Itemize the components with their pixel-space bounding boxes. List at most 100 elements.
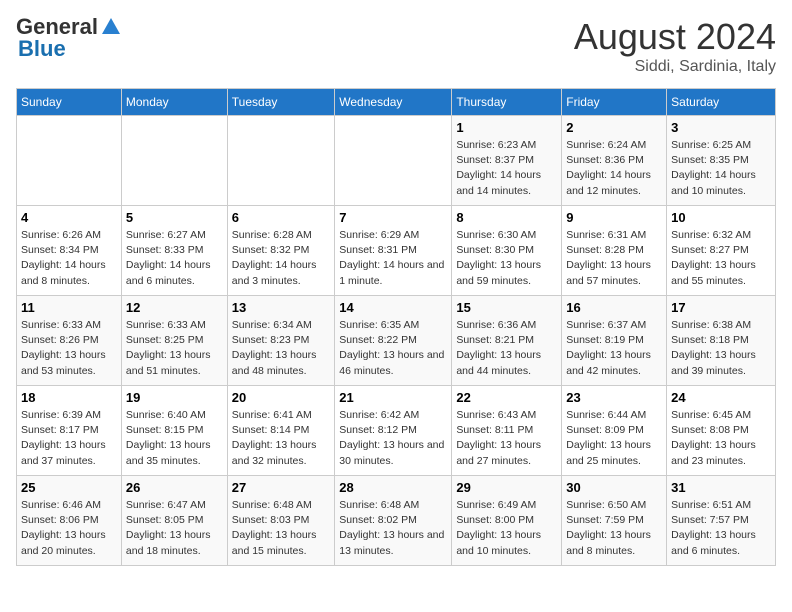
calendar-cell — [17, 116, 122, 206]
col-header-monday: Monday — [121, 89, 227, 116]
calendar-cell: 4 Sunrise: 6:26 AMSunset: 8:34 PMDaylight… — [17, 206, 122, 296]
logo-triangle-icon — [100, 16, 122, 38]
day-info: Sunrise: 6:25 AMSunset: 8:35 PMDaylight:… — [671, 138, 771, 199]
day-info: Sunrise: 6:33 AMSunset: 8:26 PMDaylight:… — [21, 318, 117, 379]
calendar-cell: 14Sunrise: 6:35 AMSunset: 8:22 PMDayligh… — [335, 296, 452, 386]
day-info: Sunrise: 6:24 AMSunset: 8:36 PMDaylight:… — [566, 138, 662, 199]
day-info: Sunrise: 6:37 AMSunset: 8:19 PMDaylight:… — [566, 318, 662, 379]
day-number: 18 — [21, 390, 117, 405]
calendar-cell: 26 Sunrise: 6:47 AMSunset: 8:05 PMDayligh… — [121, 476, 227, 566]
day-number: 7 — [339, 210, 447, 225]
day-number: 5 — [126, 210, 223, 225]
logo: General Blue — [16, 16, 122, 60]
location: Siddi, Sardinia, Italy — [574, 58, 776, 76]
col-header-sunday: Sunday — [17, 89, 122, 116]
day-number: 30 — [566, 480, 662, 495]
logo-blue: Blue — [18, 38, 66, 60]
day-number: 19 — [126, 390, 223, 405]
day-number: 23 — [566, 390, 662, 405]
day-number: 17 — [671, 300, 771, 315]
calendar-cell: 7 Sunrise: 6:29 AMSunset: 8:31 PMDaylight… — [335, 206, 452, 296]
day-number: 2 — [566, 120, 662, 135]
calendar-cell: 12Sunrise: 6:33 AMSunset: 8:25 PMDayligh… — [121, 296, 227, 386]
calendar-cell: 23 Sunrise: 6:44 AMSunset: 8:09 PMDayligh… — [562, 386, 667, 476]
day-info: Sunrise: 6:29 AMSunset: 8:31 PMDaylight:… — [339, 228, 447, 289]
calendar-cell: 6Sunrise: 6:28 AMSunset: 8:32 PMDaylight… — [227, 206, 334, 296]
day-number: 1 — [456, 120, 557, 135]
day-info: Sunrise: 6:41 AMSunset: 8:14 PMDaylight:… — [232, 408, 330, 469]
calendar-cell: 21 Sunrise: 6:42 AMSunset: 8:12 PMDayligh… — [335, 386, 452, 476]
day-info: Sunrise: 6:35 AMSunset: 8:22 PMDaylight:… — [339, 318, 447, 379]
logo-general: General — [16, 16, 98, 38]
day-info: Sunrise: 6:46 AMSunset: 8:06 PMDaylight:… — [21, 498, 117, 559]
day-number: 22 — [456, 390, 557, 405]
calendar-cell: 24 Sunrise: 6:45 AMSunset: 8:08 PMDayligh… — [667, 386, 776, 476]
day-info: Sunrise: 6:32 AMSunset: 8:27 PMDaylight:… — [671, 228, 771, 289]
day-info: Sunrise: 6:50 AMSunset: 7:59 PMDaylight:… — [566, 498, 662, 559]
calendar-cell: 27Sunrise: 6:48 AMSunset: 8:03 PMDayligh… — [227, 476, 334, 566]
calendar-cell: 25Sunrise: 6:46 AMSunset: 8:06 PMDayligh… — [17, 476, 122, 566]
day-info: Sunrise: 6:39 AMSunset: 8:17 PMDaylight:… — [21, 408, 117, 469]
title-block: August 2024 Siddi, Sardinia, Italy — [574, 16, 776, 76]
day-number: 4 — [21, 210, 117, 225]
calendar-cell: 11 Sunrise: 6:33 AMSunset: 8:26 PMDayligh… — [17, 296, 122, 386]
day-info: Sunrise: 6:51 AMSunset: 7:57 PMDaylight:… — [671, 498, 771, 559]
day-number: 26 — [126, 480, 223, 495]
col-header-friday: Friday — [562, 89, 667, 116]
col-header-tuesday: Tuesday — [227, 89, 334, 116]
calendar-cell: 29 Sunrise: 6:49 AMSunset: 8:00 PMDayligh… — [452, 476, 562, 566]
day-info: Sunrise: 6:40 AMSunset: 8:15 PMDaylight:… — [126, 408, 223, 469]
calendar-cell: 19 Sunrise: 6:40 AMSunset: 8:15 PMDayligh… — [121, 386, 227, 476]
col-header-saturday: Saturday — [667, 89, 776, 116]
day-number: 11 — [21, 300, 117, 315]
calendar-cell: 16 Sunrise: 6:37 AMSunset: 8:19 PMDayligh… — [562, 296, 667, 386]
day-number: 8 — [456, 210, 557, 225]
day-info: Sunrise: 6:49 AMSunset: 8:00 PMDaylight:… — [456, 498, 557, 559]
calendar-cell: 2 Sunrise: 6:24 AMSunset: 8:36 PMDaylight… — [562, 116, 667, 206]
day-info: Sunrise: 6:45 AMSunset: 8:08 PMDaylight:… — [671, 408, 771, 469]
calendar-cell: 15 Sunrise: 6:36 AMSunset: 8:21 PMDayligh… — [452, 296, 562, 386]
day-info: Sunrise: 6:36 AMSunset: 8:21 PMDaylight:… — [456, 318, 557, 379]
calendar-cell — [335, 116, 452, 206]
day-info: Sunrise: 6:27 AMSunset: 8:33 PMDaylight:… — [126, 228, 223, 289]
day-info: Sunrise: 6:43 AMSunset: 8:11 PMDaylight:… — [456, 408, 557, 469]
day-info: Sunrise: 6:48 AMSunset: 8:03 PMDaylight:… — [232, 498, 330, 559]
day-info: Sunrise: 6:44 AMSunset: 8:09 PMDaylight:… — [566, 408, 662, 469]
day-number: 16 — [566, 300, 662, 315]
day-info: Sunrise: 6:30 AMSunset: 8:30 PMDaylight:… — [456, 228, 557, 289]
calendar-cell: 3 Sunrise: 6:25 AMSunset: 8:35 PMDaylight… — [667, 116, 776, 206]
day-info: Sunrise: 6:34 AMSunset: 8:23 PMDaylight:… — [232, 318, 330, 379]
calendar-cell: 18 Sunrise: 6:39 AMSunset: 8:17 PMDayligh… — [17, 386, 122, 476]
calendar-cell: 20 Sunrise: 6:41 AMSunset: 8:14 PMDayligh… — [227, 386, 334, 476]
calendar-cell — [227, 116, 334, 206]
calendar-cell — [121, 116, 227, 206]
calendar-cell: 10Sunrise: 6:32 AMSunset: 8:27 PMDayligh… — [667, 206, 776, 296]
calendar-cell: 1 Sunrise: 6:23 AMSunset: 8:37 PMDaylight… — [452, 116, 562, 206]
col-header-wednesday: Wednesday — [335, 89, 452, 116]
day-number: 24 — [671, 390, 771, 405]
day-number: 13 — [232, 300, 330, 315]
calendar-cell: 17 Sunrise: 6:38 AMSunset: 8:18 PMDayligh… — [667, 296, 776, 386]
calendar-cell: 5 Sunrise: 6:27 AMSunset: 8:33 PMDaylight… — [121, 206, 227, 296]
day-number: 29 — [456, 480, 557, 495]
day-number: 20 — [232, 390, 330, 405]
calendar-table: SundayMondayTuesdayWednesdayThursdayFrid… — [16, 88, 776, 566]
day-number: 3 — [671, 120, 771, 135]
day-info: Sunrise: 6:42 AMSunset: 8:12 PMDaylight:… — [339, 408, 447, 469]
day-info: Sunrise: 6:23 AMSunset: 8:37 PMDaylight:… — [456, 138, 557, 199]
page-header: General Blue August 2024 Siddi, Sardinia… — [16, 16, 776, 76]
day-info: Sunrise: 6:26 AMSunset: 8:34 PMDaylight:… — [21, 228, 117, 289]
day-info: Sunrise: 6:28 AMSunset: 8:32 PMDaylight:… — [232, 228, 330, 289]
day-number: 21 — [339, 390, 447, 405]
month-year: August 2024 — [574, 16, 776, 58]
day-number: 15 — [456, 300, 557, 315]
calendar-cell: 22 Sunrise: 6:43 AMSunset: 8:11 PMDayligh… — [452, 386, 562, 476]
day-info: Sunrise: 6:38 AMSunset: 8:18 PMDaylight:… — [671, 318, 771, 379]
day-info: Sunrise: 6:31 AMSunset: 8:28 PMDaylight:… — [566, 228, 662, 289]
col-header-thursday: Thursday — [452, 89, 562, 116]
calendar-cell: 28Sunrise: 6:48 AMSunset: 8:02 PMDayligh… — [335, 476, 452, 566]
calendar-cell: 30 Sunrise: 6:50 AMSunset: 7:59 PMDayligh… — [562, 476, 667, 566]
day-number: 31 — [671, 480, 771, 495]
day-number: 28 — [339, 480, 447, 495]
day-info: Sunrise: 6:47 AMSunset: 8:05 PMDaylight:… — [126, 498, 223, 559]
